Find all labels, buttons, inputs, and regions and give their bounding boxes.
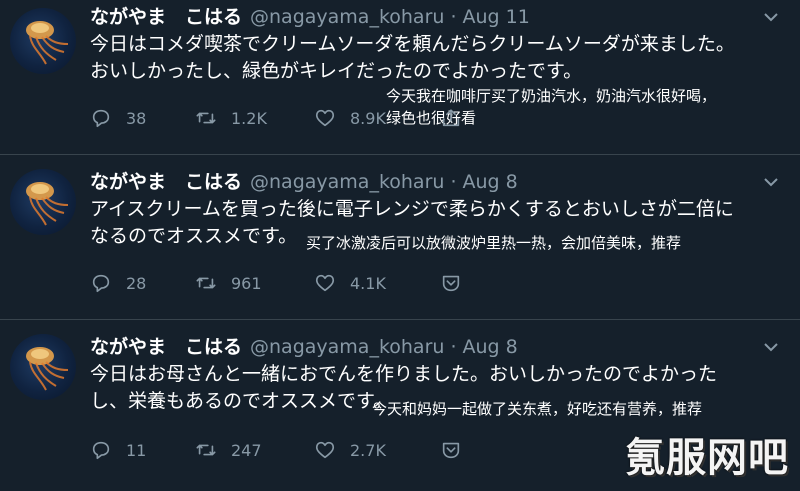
tweet[interactable]: ながやま こはる @nagayama_koharu · Aug 8 アイスクリームを買… xyxy=(0,155,800,320)
separator-dot: · xyxy=(450,336,457,358)
reply-count: 28 xyxy=(126,273,147,293)
display-name[interactable]: ながやま こはる xyxy=(90,171,242,193)
reply-count: 11 xyxy=(126,440,147,460)
tweet-date[interactable]: Aug 8 xyxy=(462,171,517,193)
retweet-count: 247 xyxy=(231,440,262,460)
retweet-button[interactable]: 1.2K xyxy=(195,103,267,133)
chevron-down-icon[interactable] xyxy=(760,336,782,358)
like-count: 2.7K xyxy=(350,440,386,460)
chevron-down-icon[interactable] xyxy=(760,6,782,28)
reply-icon xyxy=(92,109,110,128)
display-name[interactable]: ながやま こはる xyxy=(90,336,242,358)
retweet-icon xyxy=(196,277,216,289)
user-handle[interactable]: @nagayama_koharu xyxy=(250,336,444,358)
heart-icon xyxy=(315,441,335,459)
share-button[interactable] xyxy=(440,268,476,298)
reply-button[interactable]: 38 xyxy=(90,103,146,133)
tweet-actions: 28 961 4.1K xyxy=(90,268,690,298)
share-upload-icon xyxy=(442,109,460,127)
tweet-header: ながやま こはる @nagayama_koharu · Aug 11 xyxy=(90,5,530,29)
like-count: 4.1K xyxy=(350,273,386,293)
like-count: 8.9K xyxy=(350,108,386,128)
avatar[interactable] xyxy=(10,169,76,235)
heart-icon xyxy=(315,109,335,127)
user-handle[interactable]: @nagayama_koharu xyxy=(250,171,444,193)
translation-overlay: 买了冰激凌后可以放微波炉里热一热，会加倍美味，推荐 xyxy=(306,234,682,252)
reply-icon xyxy=(92,274,110,293)
jellyfish-icon xyxy=(26,182,69,226)
reply-icon xyxy=(92,441,110,460)
tweet-text: 今日はコメダ喫茶でクリームソーダを頼んだらクリームソーダが来ました。 おいしかっ… xyxy=(90,33,735,82)
watermark: 氪服网吧 xyxy=(625,435,789,481)
separator-dot: · xyxy=(450,6,457,28)
tweet-date[interactable]: Aug 11 xyxy=(462,6,529,28)
retweet-button[interactable]: 961 xyxy=(195,268,262,298)
reply-count: 38 xyxy=(126,108,147,128)
tweet-header: ながやま こはる @nagayama_koharu · Aug 8 xyxy=(90,335,518,359)
tweet[interactable]: ながやま こはる @nagayama_koharu · Aug 11 今日はコメダ喫茶… xyxy=(0,0,800,155)
chevron-down-icon[interactable] xyxy=(760,171,782,193)
user-handle[interactable]: @nagayama_koharu xyxy=(250,6,444,28)
heart-icon xyxy=(315,274,335,292)
like-button[interactable]: 8.9K xyxy=(314,103,386,133)
reply-button[interactable]: 11 xyxy=(90,435,146,465)
jellyfish-icon xyxy=(26,21,69,65)
translation-overlay: 今天和妈妈一起做了关东煮，好吃还有营养，推荐 xyxy=(372,400,703,418)
retweet-count: 961 xyxy=(231,273,262,293)
tweet-actions: 11 247 2.7K xyxy=(90,435,690,465)
like-button[interactable]: 4.1K xyxy=(314,268,386,298)
share-download-icon xyxy=(442,275,460,292)
retweet-icon xyxy=(196,112,216,124)
tweet-actions: 38 1.2K 8.9K xyxy=(90,103,690,133)
like-button[interactable]: 2.7K xyxy=(314,435,386,465)
share-button[interactable] xyxy=(440,435,476,465)
display-name[interactable]: ながやま こはる xyxy=(90,6,242,28)
retweet-icon xyxy=(196,444,216,456)
retweet-button[interactable]: 247 xyxy=(195,435,262,465)
share-button[interactable] xyxy=(440,103,476,133)
avatar[interactable] xyxy=(10,334,76,400)
separator-dot: · xyxy=(450,171,457,193)
reply-button[interactable]: 28 xyxy=(90,268,146,298)
avatar[interactable] xyxy=(10,8,76,74)
tweet-header: ながやま こはる @nagayama_koharu · Aug 8 xyxy=(90,170,518,194)
tweet-feed: ながやま こはる @nagayama_koharu · Aug 11 今日はコメダ喫茶… xyxy=(0,0,800,491)
tweet-date[interactable]: Aug 8 xyxy=(462,336,517,358)
retweet-count: 1.2K xyxy=(231,108,267,128)
jellyfish-icon xyxy=(26,347,69,391)
share-download-icon xyxy=(442,442,460,459)
